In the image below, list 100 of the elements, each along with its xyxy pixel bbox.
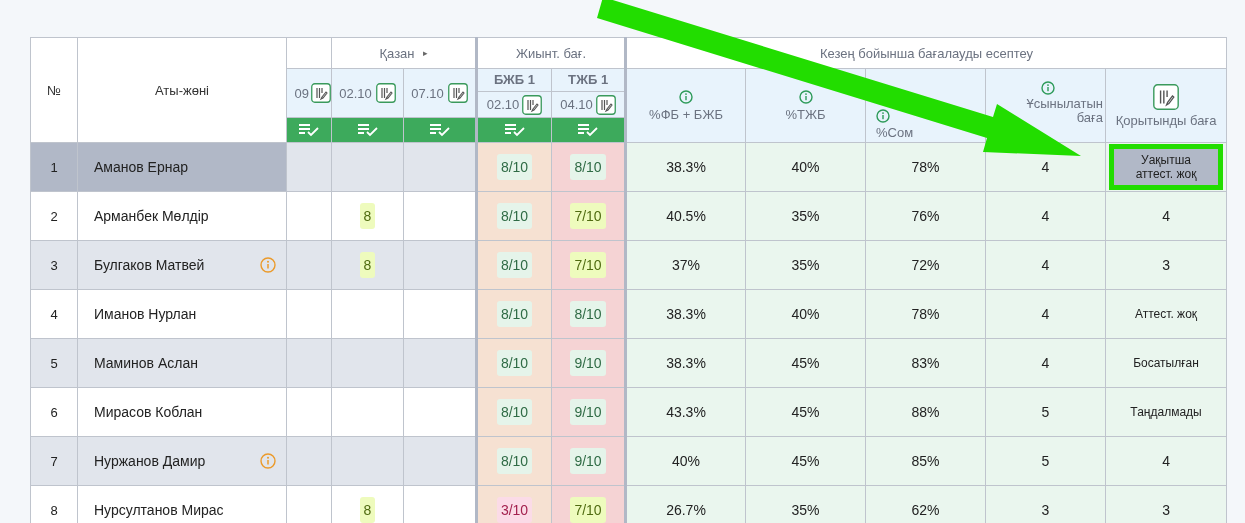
grade-badge[interactable]: 8/10: [496, 399, 533, 425]
row-number: 6: [30, 387, 78, 437]
percent-cell: 62%: [865, 485, 986, 523]
column-header: Ұсынылатын баға: [1025, 96, 1103, 125]
student-name[interactable]: Арманбек Мөлдір: [94, 208, 209, 224]
column-header: %Сом: [876, 125, 914, 140]
percent-cell: 72%: [865, 240, 986, 290]
grade-badge[interactable]: 8/10: [496, 301, 533, 327]
grade-badge[interactable]: 8/10: [496, 448, 533, 474]
percent-cell: 78%: [865, 142, 986, 192]
grade-badge[interactable]: 3/10: [496, 497, 533, 523]
edit-column-icon[interactable]: [1153, 83, 1180, 110]
student-name[interactable]: Маминов Аслан: [94, 355, 198, 371]
percent-cell: 38.3%: [625, 142, 746, 192]
date-label: 09: [294, 85, 309, 101]
grade-badge[interactable]: 8/10: [496, 252, 533, 278]
row-number: 5: [30, 338, 78, 388]
percent-cell: 35%: [745, 240, 866, 290]
percent-cell: 38.3%: [625, 289, 746, 339]
percent-cell: 26.7%: [625, 485, 746, 523]
column-header: %ФБ + БЖБ: [649, 107, 723, 122]
final-grade-status[interactable]: Босатылған: [1133, 356, 1199, 370]
date-label: 02.10: [486, 97, 520, 112]
grade-badge[interactable]: 7/10: [570, 497, 606, 523]
row-number: 7: [30, 436, 78, 486]
recommended-grade: 5: [985, 436, 1106, 486]
date-label: 04.10: [560, 97, 593, 112]
percent-cell: 40%: [745, 142, 866, 192]
final-grade[interactable]: 3: [1162, 502, 1170, 518]
edit-column-icon[interactable]: [375, 83, 396, 103]
grade-badge[interactable]: 8/10: [570, 154, 606, 180]
info-icon[interactable]: [679, 89, 693, 104]
info-icon[interactable]: [876, 108, 890, 123]
checklist-icon[interactable]: [298, 123, 320, 137]
percent-cell: 76%: [865, 191, 986, 241]
student-name[interactable]: Булгаков Матвей: [94, 257, 205, 273]
info-icon[interactable]: [1040, 80, 1055, 95]
info-icon[interactable]: [260, 453, 276, 469]
final-grade-status[interactable]: Аттест. жоқ: [1135, 307, 1198, 321]
recommended-grade: 5: [985, 387, 1106, 437]
final-grade[interactable]: 3: [1162, 257, 1170, 273]
final-grade[interactable]: 4: [1162, 208, 1170, 224]
student-name[interactable]: Аманов Ернар: [94, 159, 189, 175]
checklist-icon[interactable]: [356, 123, 379, 137]
percent-cell: 45%: [745, 436, 866, 486]
final-grade-status[interactable]: Уақытша аттест. жоқ: [1114, 149, 1219, 185]
summary-header: Жиынт. бағ.: [476, 37, 626, 69]
checklist-icon[interactable]: [428, 123, 451, 137]
final-grade[interactable]: 4: [1162, 453, 1170, 469]
percent-cell: 38.3%: [625, 338, 746, 388]
grade-badge[interactable]: 8: [359, 203, 376, 229]
info-icon[interactable]: [260, 257, 276, 273]
grade-badge[interactable]: 8/10: [496, 154, 533, 180]
edit-column-icon[interactable]: [311, 83, 331, 103]
edit-column-icon[interactable]: [522, 94, 543, 115]
student-name[interactable]: Иманов Нурлан: [94, 306, 197, 322]
percent-cell: 40%: [625, 436, 746, 486]
row-number: 3: [30, 240, 78, 290]
row-number: 4: [30, 289, 78, 339]
percent-cell: 85%: [865, 436, 986, 486]
date-label: 07.10: [411, 85, 444, 101]
assessment-title: БЖБ 1: [479, 69, 551, 92]
grade-badge[interactable]: 8/10: [570, 301, 606, 327]
percent-cell: 37%: [625, 240, 746, 290]
column-header: Қорытынды баға: [1115, 113, 1217, 128]
month-label: Қазан: [379, 45, 415, 61]
number-header: №: [30, 37, 78, 143]
recommended-grade: 4: [985, 289, 1106, 339]
percent-cell: 83%: [865, 338, 986, 388]
edit-column-icon[interactable]: [447, 83, 468, 103]
grade-badge[interactable]: 8: [359, 252, 376, 278]
grade-badge[interactable]: 8/10: [496, 203, 533, 229]
recommended-grade: 3: [985, 485, 1106, 523]
grade-badge[interactable]: 9/10: [570, 350, 606, 376]
student-name[interactable]: Нуржанов Дамир: [94, 453, 206, 469]
grade-badge[interactable]: 9/10: [570, 448, 606, 474]
grade-badge[interactable]: 9/10: [570, 399, 606, 425]
percent-cell: 35%: [745, 485, 866, 523]
grade-badge[interactable]: 7/10: [570, 203, 606, 229]
recommended-grade: 4: [985, 240, 1106, 290]
recommended-grade: 4: [985, 338, 1106, 388]
grade-badge[interactable]: 8/10: [496, 350, 533, 376]
percent-cell: 78%: [865, 289, 986, 339]
percent-cell: 40%: [745, 289, 866, 339]
next-month-arrow[interactable]: ▸: [422, 48, 428, 58]
column-header: %ТЖБ: [785, 107, 826, 122]
percent-cell: 88%: [865, 387, 986, 437]
student-name[interactable]: Мирасов Коблан: [94, 404, 203, 420]
row-number: 1: [30, 142, 78, 192]
date-label: 02.10: [339, 85, 372, 101]
info-icon[interactable]: [798, 89, 813, 104]
percent-cell: 45%: [745, 387, 866, 437]
edit-column-icon[interactable]: [595, 94, 616, 115]
checklist-icon[interactable]: [503, 123, 526, 137]
checklist-icon[interactable]: [577, 123, 599, 137]
grade-badge[interactable]: 7/10: [570, 252, 606, 278]
grade-badge[interactable]: 8: [359, 497, 376, 523]
final-grade-status[interactable]: Таңдалмады: [1130, 405, 1202, 419]
recommended-grade: 4: [985, 191, 1106, 241]
name-header: Аты-жөні: [77, 37, 287, 143]
